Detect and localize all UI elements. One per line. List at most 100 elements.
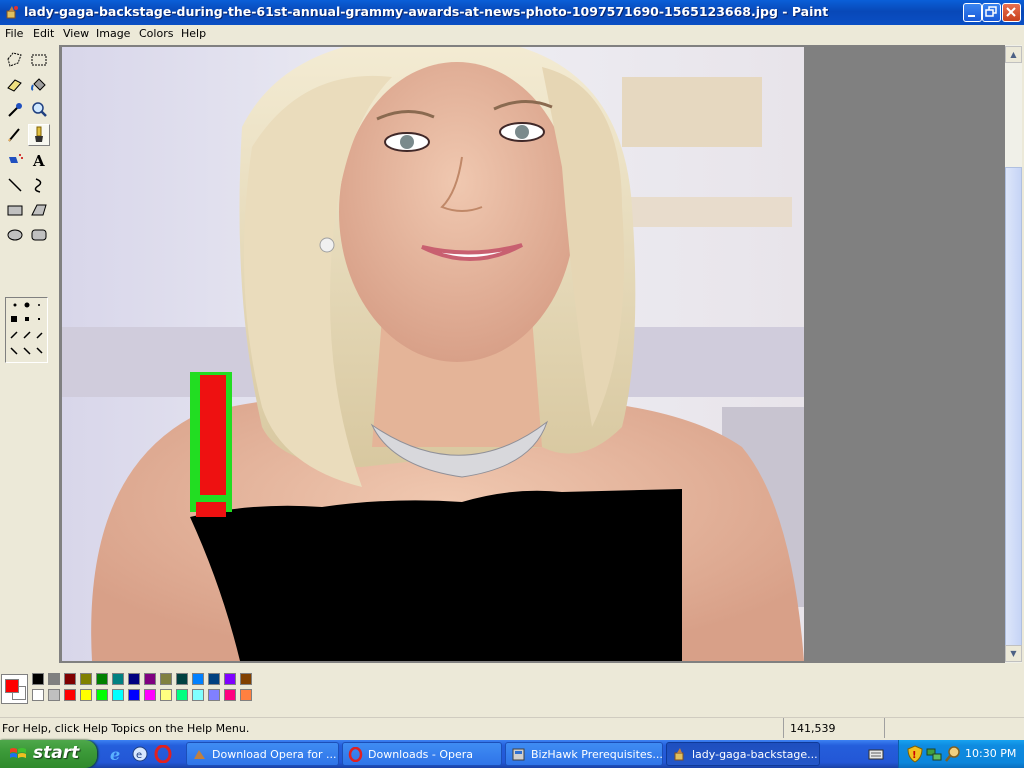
menu-view[interactable]: View xyxy=(63,27,89,40)
color-swatch[interactable] xyxy=(112,673,124,685)
svg-text:e: e xyxy=(136,750,142,761)
tool-brush[interactable] xyxy=(28,124,50,146)
color-swatch[interactable] xyxy=(96,689,108,701)
color-swatch[interactable] xyxy=(144,673,156,685)
menu-colors[interactable]: Colors xyxy=(139,27,173,40)
color-swatch[interactable] xyxy=(176,673,188,685)
restore-icon xyxy=(985,6,997,17)
tool-polygon[interactable] xyxy=(28,199,50,221)
current-colors[interactable] xyxy=(1,674,28,704)
svg-text:A: A xyxy=(32,152,45,170)
color-swatch[interactable] xyxy=(144,689,156,701)
ie-icon[interactable]: e xyxy=(108,745,126,763)
tool-ellipse[interactable] xyxy=(4,224,26,246)
svg-text:!: ! xyxy=(912,750,917,761)
keyboard-icon[interactable] xyxy=(868,746,884,762)
minimize-button[interactable] xyxy=(963,3,982,22)
tool-pick-color[interactable] xyxy=(4,99,26,121)
color-swatch[interactable] xyxy=(32,689,44,701)
menu-image[interactable]: Image xyxy=(96,27,130,40)
maximize-button[interactable] xyxy=(982,3,1001,22)
color-swatch[interactable] xyxy=(48,673,60,685)
security-shield-icon[interactable]: ! xyxy=(907,745,923,763)
tool-free-form-select[interactable] xyxy=(4,49,26,71)
color-swatch[interactable] xyxy=(224,673,236,685)
color-swatch[interactable] xyxy=(208,689,220,701)
start-label: start xyxy=(33,743,80,763)
installer-icon xyxy=(512,748,525,761)
text-icon: A xyxy=(32,152,45,170)
scroll-up-button[interactable]: ▲ xyxy=(1005,46,1022,63)
color-swatch[interactable] xyxy=(208,673,220,685)
eyedropper-icon xyxy=(8,103,22,117)
color-swatch[interactable] xyxy=(160,689,172,701)
search-icon[interactable] xyxy=(945,745,961,763)
brush-shape-options[interactable] xyxy=(5,297,48,363)
opera-icon xyxy=(194,750,205,759)
color-swatch[interactable] xyxy=(32,673,44,685)
menu-file[interactable]: File xyxy=(5,27,23,40)
rectangle-icon xyxy=(7,205,23,216)
tool-text[interactable]: A xyxy=(28,149,50,171)
scroll-down-button[interactable]: ▼ xyxy=(1005,645,1022,662)
menu-help[interactable]: Help xyxy=(181,27,206,40)
color-swatch[interactable] xyxy=(112,689,124,701)
tool-curve[interactable] xyxy=(28,174,50,196)
color-swatch[interactable] xyxy=(128,673,140,685)
color-swatch[interactable] xyxy=(240,689,252,701)
tool-select[interactable] xyxy=(28,49,50,71)
title-bar[interactable]: lady-gaga-backstage-during-the-61st-annu… xyxy=(0,0,1024,25)
color-swatch[interactable] xyxy=(80,673,92,685)
photo-image xyxy=(62,47,804,661)
color-swatch[interactable] xyxy=(176,689,188,701)
tool-eraser[interactable] xyxy=(4,74,26,96)
tool-magnifier[interactable] xyxy=(28,99,50,121)
task-downloads-opera[interactable]: Downloads - Opera xyxy=(342,742,502,766)
color-swatch[interactable] xyxy=(240,673,252,685)
network-icon[interactable] xyxy=(926,746,942,762)
polygon-icon xyxy=(31,204,47,216)
tool-rectangle[interactable] xyxy=(4,199,26,221)
color-swatch[interactable] xyxy=(224,689,236,701)
eraser-icon xyxy=(7,79,22,92)
windows-flag-icon xyxy=(10,748,26,758)
color-swatch[interactable] xyxy=(64,689,76,701)
opera-icon[interactable] xyxy=(154,745,172,763)
color-swatch[interactable] xyxy=(192,673,204,685)
drawing-workspace xyxy=(59,45,1005,663)
color-swatch[interactable] xyxy=(192,689,204,701)
task-bizhawk[interactable]: BizHawk Prerequisites... xyxy=(505,742,663,766)
brush-icon xyxy=(35,126,43,142)
color-swatch[interactable] xyxy=(128,689,140,701)
system-tray: ! 10:30 PM xyxy=(898,740,1024,768)
image-canvas[interactable] xyxy=(62,47,804,661)
color-swatch[interactable] xyxy=(160,673,172,685)
close-button[interactable] xyxy=(1002,3,1021,22)
task-download-opera[interactable]: Download Opera for ... xyxy=(186,742,339,766)
tool-pencil[interactable] xyxy=(4,124,26,146)
vertical-scrollbar[interactable]: ▲ ▼ xyxy=(1005,45,1022,663)
brush-shapes-icon xyxy=(10,302,43,355)
menu-edit[interactable]: Edit xyxy=(33,27,54,40)
color-swatch[interactable] xyxy=(80,689,92,701)
primary-color xyxy=(5,679,19,693)
close-icon xyxy=(1006,7,1016,17)
paint-icon xyxy=(674,748,684,761)
tool-box: A xyxy=(0,45,58,665)
start-button[interactable]: start xyxy=(0,740,97,768)
rect-select-icon xyxy=(31,54,47,66)
pencil-icon xyxy=(8,128,20,142)
explorer-icon[interactable]: e xyxy=(131,745,149,763)
clock: 10:30 PM xyxy=(965,747,1017,760)
color-swatch[interactable] xyxy=(64,673,76,685)
tool-line[interactable] xyxy=(4,174,26,196)
curve-icon xyxy=(34,178,42,193)
menu-bar: File Edit View Image Colors Help xyxy=(0,25,1024,44)
tool-fill[interactable] xyxy=(28,74,50,96)
color-swatch[interactable] xyxy=(96,673,108,685)
tool-rounded-rectangle[interactable] xyxy=(28,224,50,246)
task-paint[interactable]: lady-gaga-backstage... xyxy=(666,742,820,766)
scroll-thumb[interactable] xyxy=(1005,167,1022,649)
color-swatch[interactable] xyxy=(48,689,60,701)
tool-airbrush[interactable] xyxy=(4,149,26,171)
